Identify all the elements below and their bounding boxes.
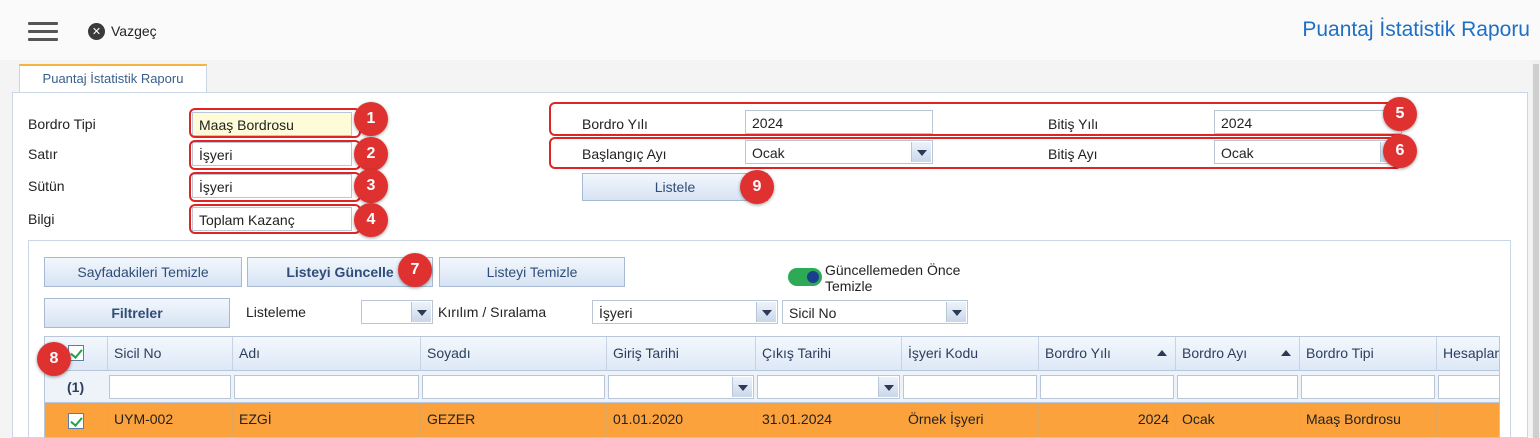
filter-count: (1): [67, 379, 85, 395]
chevron-down-icon[interactable]: [411, 302, 431, 322]
chevron-down-icon[interactable]: [756, 302, 776, 322]
annotation-badge-8: 8: [37, 342, 71, 376]
bordro-ayi-header-label: Bordro Ayı: [1182, 345, 1248, 361]
annotation-badge-7: 7: [398, 253, 432, 287]
kirilim-value-2: Sicil No: [789, 305, 837, 321]
column-header-bordro-ayi[interactable]: Bordro Ayı: [1176, 337, 1300, 370]
cell-bordro-yili: 2024: [1039, 403, 1176, 437]
annotation-box-1: [189, 108, 361, 138]
row-checkbox[interactable]: [68, 413, 84, 429]
filter-giris-tarihi[interactable]: [608, 375, 754, 399]
bitis-ayi-label: Bitiş Ayı: [1048, 146, 1098, 162]
cell-bordro-tipi: Maaş Bordrosu: [1300, 403, 1437, 437]
chevron-down-icon[interactable]: [911, 142, 931, 162]
filter-bordro-ayi[interactable]: [1177, 375, 1298, 399]
clear-page-button[interactable]: Sayfadakileri Temizle: [44, 257, 242, 287]
column-header-bordro-yili[interactable]: Bordro Yılı: [1039, 337, 1176, 370]
page-title: Puantaj İstatistik Raporu: [1302, 18, 1530, 41]
bitis-yili-label: Bitiş Yılı: [1048, 116, 1099, 132]
filter-isyeri-kodu[interactable]: [903, 375, 1037, 399]
grid-filter-row: (1): [45, 371, 1499, 403]
annotation-badge-9: 9: [740, 170, 774, 204]
column-header-isyeri-kodu[interactable]: İşyeri Kodu: [902, 337, 1039, 370]
clear-before-update-toggle[interactable]: [788, 268, 822, 286]
bordro-yili-label: Bordro Yılı: [582, 116, 648, 132]
listeleme-label: Listeleme: [246, 304, 306, 320]
kirilim-label: Kırılım / Sıralama: [438, 304, 547, 320]
filter-soyadi[interactable]: [422, 375, 605, 399]
sort-ascending-icon: [1157, 350, 1167, 356]
vertical-scrollbar[interactable]: [1532, 60, 1540, 438]
bordro-yili-header-label: Bordro Yılı: [1045, 345, 1111, 361]
bilgi-label: Bilgi: [28, 211, 55, 227]
column-header-adi[interactable]: Adı: [233, 337, 421, 370]
cell-soyadi: GEZER: [421, 403, 607, 437]
chevron-down-icon[interactable]: [732, 377, 752, 397]
annotation-badge-4: 4: [354, 203, 388, 237]
bordro-tipi-label: Bordro Tipi: [28, 116, 96, 132]
hamburger-menu-icon[interactable]: [28, 22, 58, 42]
bitis-ayi-value: Ocak: [1221, 145, 1254, 161]
satir-label: Satır: [28, 146, 58, 162]
filter-sicil-no[interactable]: [109, 375, 231, 399]
cell-sicil-no: UYM-002: [108, 403, 233, 437]
annotation-box-3: [189, 172, 361, 202]
filter-bordro-yili[interactable]: [1040, 375, 1174, 399]
annotation-badge-3: 3: [354, 169, 388, 203]
close-icon: ✕: [88, 22, 105, 40]
row-select-cell[interactable]: [45, 403, 108, 437]
clear-list-button[interactable]: Listeyi Temizle: [439, 257, 625, 287]
cell-giris-tarihi: 01.01.2020: [607, 403, 756, 437]
kirilim-select-1[interactable]: İşyeri: [592, 300, 778, 324]
cell-adi: EZGİ: [233, 403, 421, 437]
column-header-giris-tarihi[interactable]: Giriş Tarihi: [607, 337, 756, 370]
cell-cikis-tarihi: 31.01.2024: [756, 403, 902, 437]
kirilim-value-1: İşyeri: [599, 305, 633, 321]
baslangic-ayi-label: Başlangıç Ayı: [582, 146, 667, 162]
annotation-badge-5: 5: [1383, 97, 1417, 131]
filter-cikis-tarihi[interactable]: [757, 375, 900, 399]
chevron-down-icon[interactable]: [878, 377, 898, 397]
chevron-down-icon[interactable]: [946, 302, 966, 322]
filter-adi[interactable]: [234, 375, 419, 399]
filter-bordro-tipi[interactable]: [1301, 375, 1435, 399]
top-bar: ✕ Vazgeç Puantaj İstatistik Raporu: [0, 0, 1540, 60]
column-header-hesaplan[interactable]: Hesaplan: [1437, 337, 1499, 370]
bitis-ayi-select[interactable]: Ocak: [1214, 140, 1402, 164]
kirilim-select-2[interactable]: Sicil No: [782, 300, 968, 324]
annotation-badge-6: 6: [1383, 134, 1417, 168]
cell-hesaplan: [1437, 403, 1499, 437]
annotation-box-4: [189, 204, 361, 234]
column-header-sicil-no[interactable]: Sicil No: [108, 337, 233, 370]
filters-button[interactable]: Filtreler: [44, 298, 230, 328]
column-header-bordro-tipi[interactable]: Bordro Tipi: [1300, 337, 1437, 370]
tab-puantaj-istatistik[interactable]: Puantaj İstatistik Raporu: [19, 64, 207, 93]
cancel-button[interactable]: ✕ Vazgeç: [88, 21, 157, 41]
baslangic-ayi-select[interactable]: Ocak: [745, 140, 933, 164]
bitis-yili-field[interactable]: 2024: [1214, 110, 1402, 134]
cancel-label: Vazgeç: [111, 23, 157, 39]
annotation-badge-2: 2: [354, 137, 388, 171]
listeleme-select[interactable]: [361, 300, 433, 324]
table-row[interactable]: UYM-002 EZGİ GEZER 01.01.2020 31.01.2024…: [45, 403, 1499, 437]
sort-ascending-icon: [1281, 350, 1291, 356]
baslangic-ayi-value: Ocak: [752, 145, 785, 161]
annotation-badge-1: 1: [354, 102, 388, 136]
column-header-cikis-tarihi[interactable]: Çıkış Tarihi: [756, 337, 902, 370]
bordro-yili-field[interactable]: 2024: [745, 110, 933, 134]
cell-isyeri-kodu: Örnek İşyeri: [902, 403, 1039, 437]
sutun-label: Sütün: [28, 178, 65, 194]
toggle-label: Güncellemeden Önce Temizle: [825, 262, 961, 294]
data-grid: Sicil No Adı Soyadı Giriş Tarihi Çıkış T…: [44, 336, 1500, 438]
filter-hesaplan[interactable]: [1438, 375, 1499, 399]
grid-header: Sicil No Adı Soyadı Giriş Tarihi Çıkış T…: [45, 337, 1499, 371]
column-header-soyadi[interactable]: Soyadı: [421, 337, 607, 370]
cell-bordro-ayi: Ocak: [1176, 403, 1300, 437]
annotation-box-2: [189, 140, 361, 170]
